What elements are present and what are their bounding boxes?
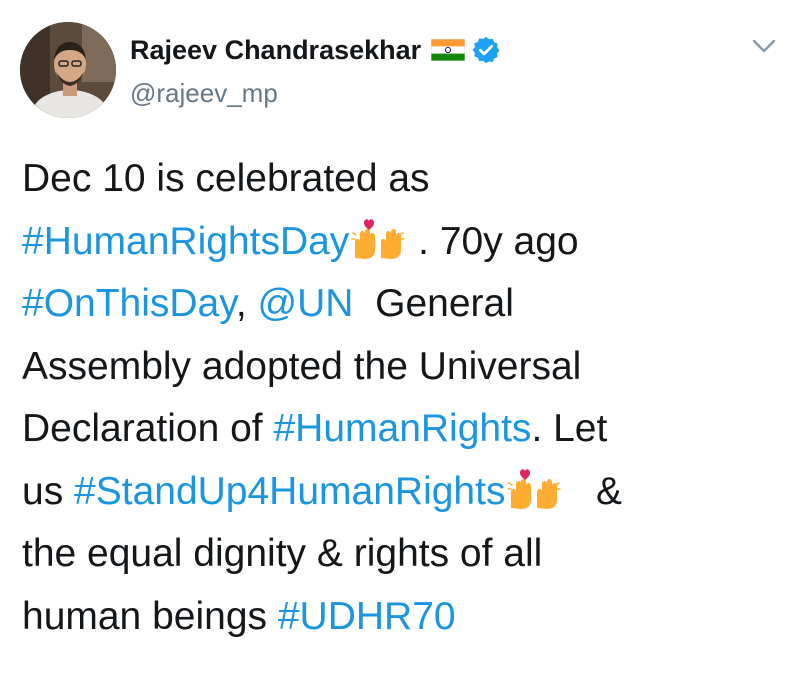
tweet-text-line: the equal dignity & rights of all (22, 523, 782, 586)
tweet-text-line: Declaration of #HumanRights. Let (22, 398, 782, 461)
chevron-down-icon[interactable] (748, 32, 780, 60)
tweet-text-line: Assembly adopted the Universal (22, 336, 782, 399)
text-segment: , (235, 282, 258, 325)
text-segment: & (563, 469, 622, 513)
raising-hands-heart-emoji (351, 216, 406, 260)
text-segment: . Let (531, 407, 608, 450)
verified-badge-icon (471, 35, 501, 65)
raising-hands-heart-emoji (507, 466, 562, 510)
text-segment: us (22, 469, 75, 513)
hashtag-link[interactable]: #OnThisDay (22, 282, 236, 325)
text-segment: human beings (22, 594, 278, 638)
india-flag-icon (431, 39, 466, 61)
profile-avatar[interactable] (20, 22, 116, 118)
text-segment: . 70y ago (407, 219, 579, 263)
tweet-card: Rajeev Chandrasekhar @rajeev_mp Dec 10 i… (0, 0, 800, 679)
tweet-text-line: us #StandUp4HumanRights & (22, 461, 782, 524)
text-segment: General (353, 282, 514, 325)
author-name-row: Rajeev Chandrasekhar (130, 30, 501, 70)
tweet-text-line: human beings #UDHR70 (22, 586, 782, 649)
tweet-text-line: #OnThisDay, @UN General (22, 273, 782, 336)
tweet-text-line: Dec 10 is celebrated as (22, 148, 782, 211)
hashtag-link[interactable]: #HumanRights (273, 407, 531, 450)
hashtag-link[interactable]: #StandUp4HumanRights (74, 470, 505, 513)
author-display-name[interactable]: Rajeev Chandrasekhar (130, 35, 421, 66)
tweet-text: Dec 10 is celebrated as #HumanRightsDay … (22, 148, 782, 648)
mention-link[interactable]: @UN (258, 282, 354, 325)
text-segment: Dec 10 is celebrated as (22, 157, 430, 200)
text-segment: Assembly adopted the Universal (22, 344, 582, 388)
hashtag-link[interactable]: #UDHR70 (278, 595, 456, 638)
hashtag-link[interactable]: #HumanRightsDay (22, 220, 349, 263)
text-segment: the equal dignity & rights of all (22, 532, 543, 575)
avatar-photo (20, 22, 116, 118)
text-segment: Declaration of (22, 407, 274, 450)
tweet-text-line: #HumanRightsDay . 70y ago (22, 211, 782, 274)
author-handle[interactable]: @rajeev_mp (130, 78, 278, 109)
